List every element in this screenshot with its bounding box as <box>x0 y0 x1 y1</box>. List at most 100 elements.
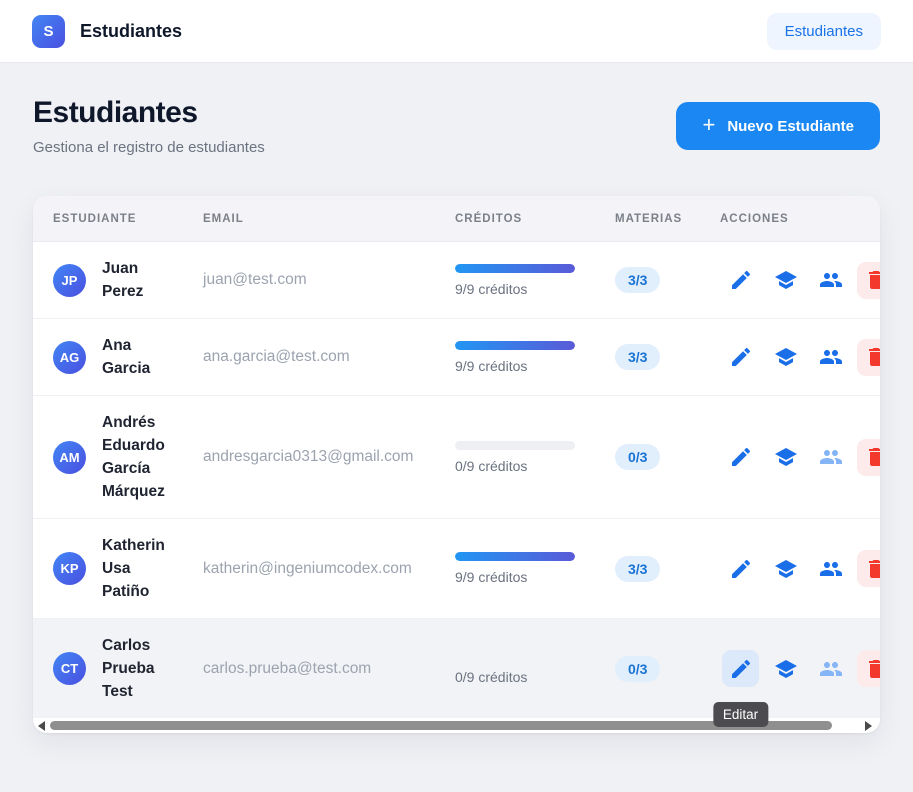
delete-button[interactable] <box>857 338 880 376</box>
avatar: AG <box>53 340 86 374</box>
enrollments-button[interactable] <box>812 262 849 299</box>
main-content: Estudiantes Gestiona el registro de estu… <box>0 63 913 733</box>
student-cell: CT Carlos Prueba Test <box>33 619 203 718</box>
student-name: Andrés Eduardo García Márquez <box>102 414 165 500</box>
edit-button[interactable] <box>722 339 759 376</box>
enrollments-button[interactable] <box>812 650 849 687</box>
student-email: carlos.prueba@test.com <box>203 659 372 677</box>
new-student-button[interactable]: + Nuevo Estudiante <box>676 102 880 150</box>
delete-button[interactable] <box>857 438 880 476</box>
column-header-email: EMAIL <box>203 212 244 225</box>
enrollments-button[interactable] <box>812 339 849 376</box>
credits-progress-fill <box>455 263 575 273</box>
people-icon <box>819 268 843 292</box>
materias-badge: 0/3 <box>615 655 661 682</box>
student-email: katherin@ingeniumcodex.com <box>203 559 412 577</box>
student-cell: AG Ana Garcia <box>33 319 203 395</box>
subjects-button[interactable] <box>767 650 804 687</box>
credits-progress-bar <box>455 440 575 450</box>
credits-label: 9/9 créditos <box>455 357 528 374</box>
table-row[interactable]: KP Katherin Usa Patiño katherin@ingenium… <box>33 519 880 619</box>
nav-estudiantes-link[interactable]: Estudiantes <box>766 12 881 50</box>
page-subtitle: Gestiona el registro de estudiantes <box>33 139 265 156</box>
app-title: Estudiantes <box>80 20 183 41</box>
new-student-button-label: Nuevo Estudiante <box>727 117 854 135</box>
credits-cell: 0/9 créditos <box>455 440 615 474</box>
enrollments-button[interactable] <box>812 550 849 587</box>
column-header-actions: ACCIONES <box>720 212 789 225</box>
people-icon <box>819 557 843 581</box>
app-header: S Estudiantes Estudiantes <box>0 0 913 63</box>
credits-progress-bar <box>455 263 575 273</box>
delete-button[interactable] <box>857 650 880 687</box>
trash-icon <box>864 268 880 292</box>
credits-progress-fill <box>455 552 575 561</box>
avatar: CT <box>53 652 86 685</box>
credits-label: 0/9 créditos <box>455 457 528 474</box>
table-row[interactable]: AM Andrés Eduardo García Márquez andresg… <box>33 396 880 519</box>
people-icon <box>819 345 843 369</box>
materias-badge: 3/3 <box>615 267 661 293</box>
avatar: KP <box>53 552 86 585</box>
column-header-subjects: MATERIAS <box>615 212 683 225</box>
editar-tooltip: Editar <box>712 702 769 727</box>
credits-label: 9/9 créditos <box>455 569 528 585</box>
graduation-cap-icon <box>774 657 798 681</box>
edit-button[interactable] <box>722 550 759 587</box>
enrollments-button[interactable] <box>812 439 849 476</box>
edit-button[interactable] <box>722 439 759 476</box>
actions-cell <box>720 261 880 299</box>
subjects-button[interactable] <box>767 262 804 299</box>
edit-pencil-icon <box>729 445 753 469</box>
credits-label: 0/9 créditos <box>455 669 528 685</box>
delete-button[interactable] <box>857 261 880 299</box>
edit-pencil-icon <box>729 657 753 681</box>
subjects-button[interactable] <box>767 339 804 376</box>
table-row[interactable]: JP Juan Perez juan@test.com 9/9 créditos… <box>33 242 880 319</box>
edit-pencil-icon <box>729 345 753 369</box>
plus-icon: + <box>702 112 716 137</box>
student-name: Juan Perez <box>102 260 144 300</box>
avatar: AM <box>53 440 86 474</box>
edit-button[interactable]: Editar <box>712 650 769 727</box>
edit-button[interactable] <box>722 262 759 299</box>
table-body: JP Juan Perez juan@test.com 9/9 créditos… <box>33 242 880 727</box>
scroll-left-arrow-icon[interactable] <box>38 720 45 731</box>
students-table-card: ESTUDIANTE EMAIL CRÉDITOS MATERIAS ACCIO… <box>33 196 880 733</box>
graduation-cap-icon <box>774 268 798 292</box>
people-icon <box>819 657 843 681</box>
materias-cell: 3/3 <box>615 555 720 582</box>
materias-badge: 3/3 <box>615 344 661 370</box>
page-header: Estudiantes Gestiona el registro de estu… <box>33 96 880 156</box>
materias-cell: 3/3 <box>615 344 720 370</box>
trash-icon <box>864 345 880 369</box>
delete-button[interactable] <box>857 550 880 587</box>
page-title-block: Estudiantes Gestiona el registro de estu… <box>33 96 265 156</box>
subjects-button[interactable] <box>767 550 804 587</box>
materias-badge: 0/3 <box>615 444 661 470</box>
student-cell: KP Katherin Usa Patiño <box>33 519 203 618</box>
edit-pencil-icon <box>729 557 753 581</box>
materias-badge: 3/3 <box>615 555 661 582</box>
student-name: Katherin Usa Patiño <box>102 537 165 600</box>
materias-cell: 0/3 <box>615 444 720 470</box>
actions-cell <box>720 438 880 476</box>
student-cell: JP Juan Perez <box>33 242 203 318</box>
credits-progress-fill <box>455 340 575 350</box>
student-email: juan@test.com <box>203 271 307 288</box>
student-cell: AM Andrés Eduardo García Márquez <box>33 396 203 518</box>
graduation-cap-icon <box>774 557 798 581</box>
table-row[interactable]: CT Carlos Prueba Test carlos.prueba@test… <box>33 619 880 727</box>
credits-progress-bar <box>455 552 575 561</box>
student-email: ana.garcia@test.com <box>203 348 350 365</box>
people-icon <box>819 445 843 469</box>
subjects-button[interactable] <box>767 439 804 476</box>
avatar: JP <box>53 263 86 297</box>
credits-cell: 9/9 créditos <box>455 263 615 297</box>
table-row[interactable]: AG Ana Garcia ana.garcia@test.com 9/9 cr… <box>33 319 880 396</box>
credits-cell: 9/9 créditos <box>455 340 615 374</box>
materias-cell: 3/3 <box>615 267 720 293</box>
graduation-cap-icon <box>774 345 798 369</box>
scroll-right-arrow-icon[interactable] <box>865 720 872 731</box>
edit-pencil-icon <box>729 268 753 292</box>
